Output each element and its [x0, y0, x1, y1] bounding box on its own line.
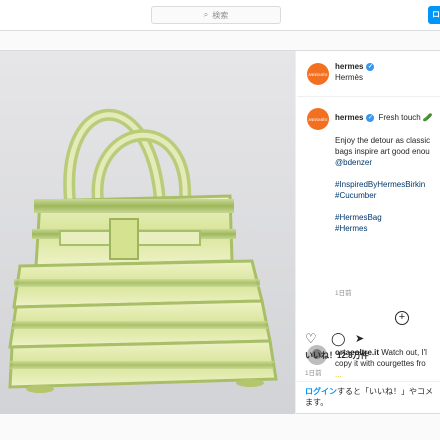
- hashtag-link[interactable]: #HermesBag: [335, 212, 430, 223]
- login-link[interactable]: ログイン: [305, 387, 337, 396]
- header-username-row: hermes ✓: [335, 62, 375, 71]
- header-subtitle: Hermès: [335, 73, 364, 82]
- cucumber-birkin-bag-photo: [0, 51, 295, 414]
- login-button[interactable]: ロ: [428, 6, 440, 24]
- post-header: HERMÈS hermes ✓ Hermès: [297, 51, 440, 97]
- load-more-comments-icon[interactable]: +: [395, 311, 409, 325]
- header-username[interactable]: hermes: [335, 62, 363, 71]
- caption-avatar[interactable]: HERMÈS: [307, 108, 329, 130]
- search-placeholder: 検索: [212, 10, 229, 20]
- post-container: HERMÈS hermes ✓ Hermès HERMÈS hermes ✓ F…: [0, 50, 440, 414]
- avatar[interactable]: HERMÈS: [307, 63, 329, 85]
- login-prompt-text: すると「いいね！」やコメ: [337, 387, 433, 396]
- likes-count[interactable]: いいね！12.8万件: [305, 350, 369, 361]
- search-input[interactable]: ⌕ 検索: [151, 6, 281, 24]
- top-nav-bar: ⌕ 検索 ロ: [0, 0, 440, 31]
- comment-partial: ...: [335, 370, 342, 379]
- caption-timestamp: 1日前: [335, 290, 352, 297]
- avatar-logo-text: HERMÈS: [308, 71, 328, 77]
- hashtag-link[interactable]: #InspiredByHermesBirkin: [335, 179, 430, 190]
- share-icon[interactable]: ➤: [355, 332, 364, 345]
- comment-line: Watch out, I'l: [381, 348, 427, 357]
- search-icon: ⌕: [203, 10, 209, 19]
- post-timestamp: 1日前: [305, 370, 322, 377]
- verified-badge-icon: ✓: [366, 113, 375, 122]
- verified-badge-icon: ✓: [366, 62, 375, 71]
- caption-username[interactable]: hermes: [335, 113, 363, 122]
- caption-title: Fresh touch 🥒: [378, 113, 433, 122]
- caption-body: Enjoy the detour as classic bags inspire…: [335, 135, 430, 234]
- heart-icon[interactable]: ♡: [305, 331, 317, 347]
- caption-header: hermes ✓ Fresh touch 🥒: [335, 113, 433, 122]
- login-prompt: ログインすると「いいね！」やコメ ます。: [305, 386, 440, 408]
- post-image: [0, 51, 296, 414]
- caption-avatar-logo-text: HERMÈS: [308, 116, 328, 122]
- login-prompt-line2: ます。: [305, 398, 329, 407]
- caption-line: bags inspire art good enou: [335, 147, 430, 156]
- hashtag-link[interactable]: #Cucumber: [335, 190, 430, 201]
- caption-line: Enjoy the detour as classic: [335, 136, 431, 145]
- divider: [297, 381, 440, 382]
- hashtag-link[interactable]: #Hermes: [335, 223, 430, 234]
- comment-bubble-icon[interactable]: ◯: [331, 331, 346, 347]
- caption-mention[interactable]: @bdenzer: [335, 157, 430, 168]
